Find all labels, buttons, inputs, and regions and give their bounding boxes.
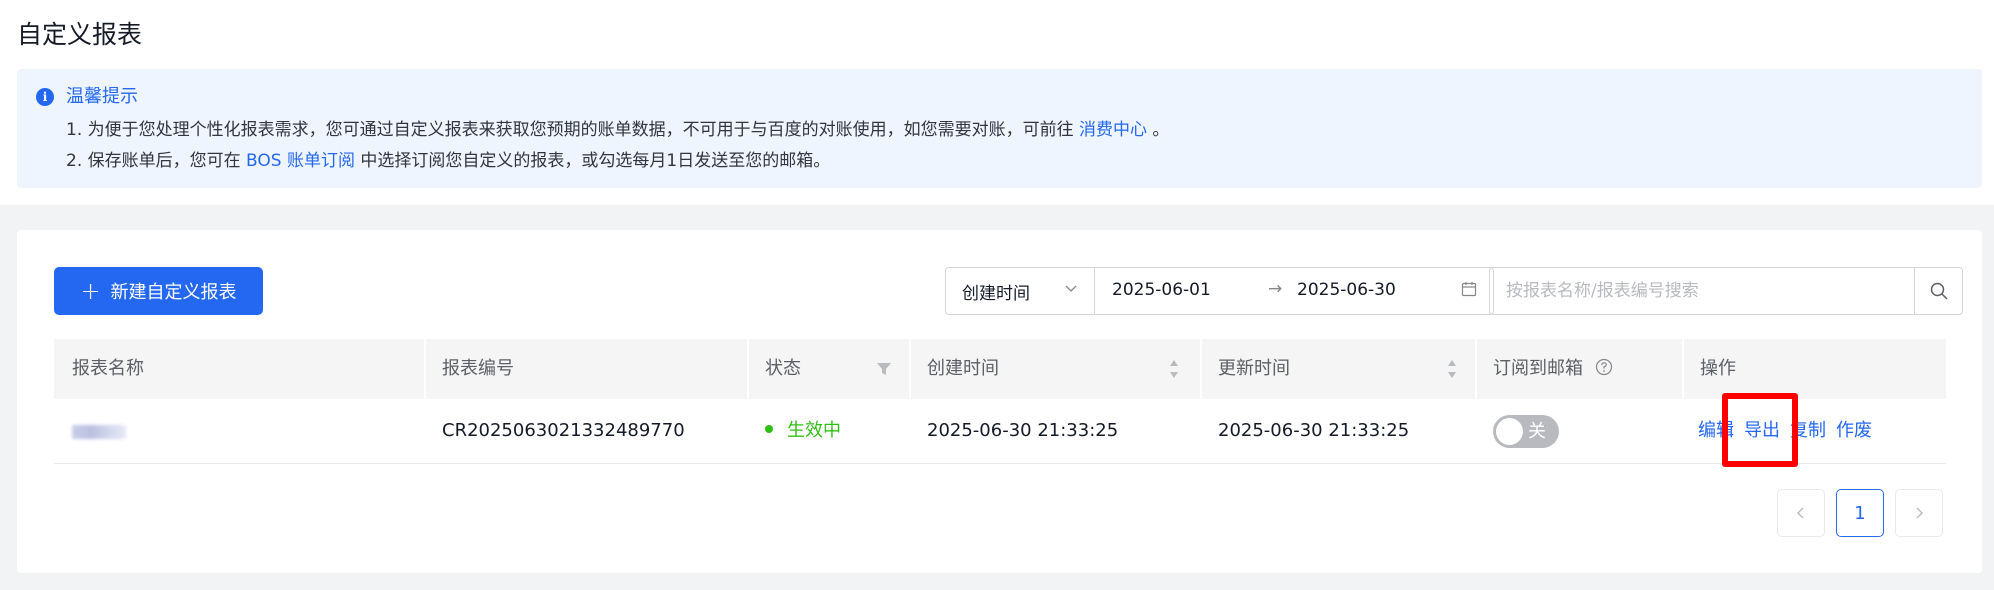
tip-line-2-suffix: 中选择订阅您自定义的报表，或勾选每月1日发送至您的邮箱。 (354, 151, 831, 171)
chevron-left-icon (1797, 507, 1804, 519)
page-title: 自定义报表 (17, 20, 143, 49)
tips-panel: i 温馨提示 1. 为便于您处理个性化报表需求，您可通过自定义报表来获取您预期的… (17, 69, 1982, 188)
help-icon[interactable] (1595, 358, 1613, 376)
prev-page-button[interactable] (1777, 489, 1825, 537)
tips-title: 温馨提示 (66, 86, 138, 107)
date-type-value: 创建时间 (962, 283, 1030, 304)
report-name-cell (54, 399, 424, 463)
column-header-subscribe-label: 订阅到邮箱 (1493, 358, 1583, 379)
copy-button[interactable]: 复制 (1790, 420, 1826, 441)
void-button[interactable]: 作废 (1836, 420, 1872, 441)
toggle-knob (1496, 418, 1523, 445)
status-cell: 生效中 (747, 399, 841, 463)
report-id-cell: CR2025063021332489770 (442, 420, 685, 441)
column-header-subscribe: 订阅到邮箱 (1475, 339, 1613, 399)
date-range-filter: 创建时间 2025-06-01 → 2025-06-30 (945, 267, 1494, 315)
status-dot-icon (765, 425, 773, 433)
chevron-right-icon (1916, 507, 1923, 519)
date-end-input[interactable]: 2025-06-30 (1297, 280, 1396, 300)
filter-icon[interactable] (876, 361, 892, 377)
column-header-name: 报表名称 (72, 358, 144, 379)
search-icon (1930, 282, 1948, 300)
new-report-button[interactable]: + 新建自定义报表 (54, 267, 263, 315)
plus-icon: + (80, 277, 101, 305)
page-number-button[interactable]: 1 (1836, 489, 1884, 537)
next-page-button[interactable] (1895, 489, 1943, 537)
info-icon: i (36, 88, 54, 106)
tip-line-1-text: 1. 为便于您处理个性化报表需求，您可通过自定义报表来获取您预期的账单数据，不可… (66, 120, 1080, 140)
date-type-select[interactable]: 创建时间 (946, 268, 1095, 314)
new-report-label: 新建自定义报表 (110, 282, 237, 303)
sort-icon[interactable] (1447, 357, 1457, 381)
sort-icon[interactable] (1169, 357, 1179, 381)
status-badge: 生效中 (787, 420, 841, 441)
top-card: 自定义报表 i 温馨提示 1. 为便于您处理个性化报表需求，您可通过自定义报表来… (0, 0, 1994, 205)
calendar-icon[interactable] (1461, 281, 1477, 297)
table-header: 报表名称 报表编号 状态 创建时间 更新时间 订阅到邮箱 操作 (54, 339, 1946, 399)
subscribe-cell: 关 (1475, 399, 1682, 463)
column-header-actions: 操作 (1700, 358, 1736, 379)
tip-line-1: 1. 为便于您处理个性化报表需求，您可通过自定义报表来获取您预期的账单数据，不可… (66, 117, 1169, 143)
actions-cell: 编辑 导出 复制 作废 (1682, 399, 1882, 463)
tip-line-2-text: 2. 保存账单后，您可在 (66, 151, 247, 171)
arrow-right-icon: → (1268, 279, 1283, 299)
table-row: CR2025063021332489770 生效中 2025-06-30 21:… (54, 399, 1946, 464)
tip-line-2: 2. 保存账单后，您可在 BOS 账单订阅 中选择订阅您自定义的报表，或勾选每月… (66, 148, 830, 174)
updated-time-cell: 2025-06-30 21:33:25 (1218, 420, 1410, 441)
column-header-created: 创建时间 (927, 358, 999, 379)
created-time-cell: 2025-06-30 21:33:25 (927, 420, 1119, 441)
export-button[interactable]: 导出 (1744, 420, 1780, 441)
search-input[interactable] (1490, 268, 1898, 314)
edit-button[interactable]: 编辑 (1698, 420, 1734, 441)
column-header-id: 报表编号 (442, 358, 514, 379)
toggle-label: 关 (1528, 421, 1546, 442)
search-box (1489, 267, 1963, 315)
search-button[interactable] (1914, 268, 1962, 314)
report-list-card: + 新建自定义报表 创建时间 2025-06-01 → 2025-06-30 报… (17, 230, 1982, 573)
bos-subscription-link[interactable]: BOS 账单订阅 (246, 151, 355, 171)
chevron-down-icon (1064, 281, 1078, 299)
report-name-redacted (72, 425, 126, 439)
subscribe-toggle[interactable]: 关 (1493, 415, 1559, 448)
column-header-updated: 更新时间 (1218, 358, 1290, 379)
consumption-center-link[interactable]: 消费中心 (1079, 120, 1147, 140)
column-header-status: 状态 (765, 358, 801, 379)
tip-line-1-suffix: 。 (1147, 120, 1170, 140)
date-start-input[interactable]: 2025-06-01 (1112, 280, 1211, 300)
